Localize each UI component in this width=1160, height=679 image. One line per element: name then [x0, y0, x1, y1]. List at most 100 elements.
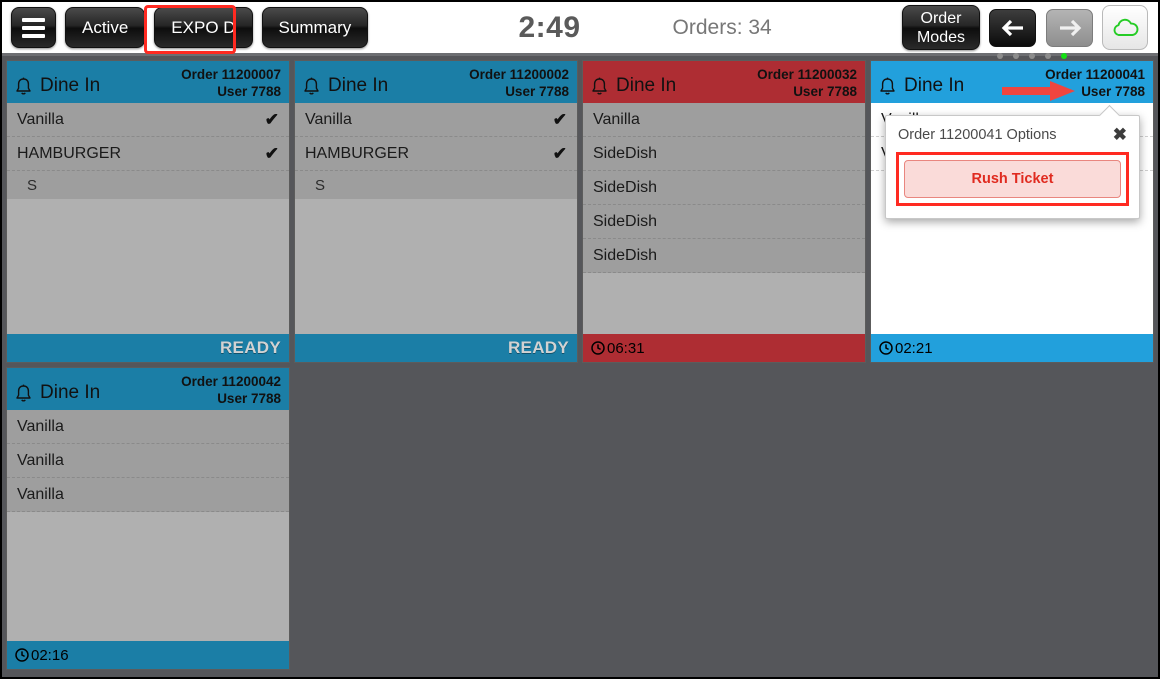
- order-type-label: Dine In: [328, 75, 389, 96]
- order-meta-group: Order 11200002 User 7788: [469, 66, 569, 103]
- popup-title: Order 11200041 Options: [898, 126, 1057, 143]
- order-item-row[interactable]: Vanilla ✔: [7, 103, 289, 137]
- order-type-label: Dine In: [616, 75, 677, 96]
- clock-icon: [591, 341, 605, 355]
- order-modes-button[interactable]: Order Modes: [901, 5, 980, 50]
- order-item-name: Vanilla: [17, 110, 64, 128]
- order-timer: 02:16: [15, 647, 69, 664]
- order-number-label: Order 11200007: [181, 67, 281, 82]
- order-card-header[interactable]: Dine In Order 11200007 User 7788: [7, 61, 289, 103]
- tab-expo-d[interactable]: EXPO D: [154, 7, 253, 48]
- order-card-footer[interactable]: READY: [295, 334, 577, 362]
- order-status-ready: READY: [507, 338, 569, 357]
- bell-icon: [592, 77, 607, 95]
- hamburger-menu-icon: [22, 17, 45, 22]
- order-card-footer[interactable]: READY: [7, 334, 289, 362]
- rush-ticket-button[interactable]: Rush Ticket: [904, 160, 1121, 198]
- order-type-group: Dine In: [303, 75, 388, 103]
- order-item-row[interactable]: Vanilla: [7, 478, 289, 512]
- order-user-label: User 7788: [217, 84, 281, 99]
- tab-active[interactable]: Active: [65, 7, 146, 48]
- order-card-filler: [7, 199, 289, 334]
- order-card-footer[interactable]: 02:21: [871, 334, 1153, 362]
- order-number-label: Order 11200002: [469, 67, 569, 82]
- close-icon[interactable]: ✖: [1113, 126, 1127, 143]
- order-item-row[interactable]: HAMBURGER ✔: [295, 137, 577, 171]
- app-header: Active EXPO D Summary 2:49 Orders: 34 Or…: [2, 2, 1158, 59]
- order-type-label: Dine In: [904, 75, 965, 96]
- order-item-row[interactable]: SideDish: [583, 239, 865, 273]
- order-meta-group: Order 11200032 User 7788: [757, 66, 857, 103]
- order-item-row[interactable]: Vanilla: [7, 410, 289, 444]
- order-user-label: User 7788: [793, 84, 857, 99]
- order-card[interactable]: Dine In Order 11200032 User 7788 Vanilla Sid…: [582, 60, 866, 363]
- pagination-group: [989, 8, 1093, 59]
- order-item-name: HAMBURGER: [305, 144, 410, 162]
- order-item-row[interactable]: SideDish: [583, 205, 865, 239]
- kds-app: Active EXPO D Summary 2:49 Orders: 34 Or…: [0, 0, 1160, 679]
- order-number-label: Order 11200042: [181, 374, 281, 389]
- order-item-name: Vanilla: [593, 110, 640, 128]
- order-item-row[interactable]: SideDish: [583, 137, 865, 171]
- header-left-group: Active EXPO D Summary: [2, 7, 369, 48]
- hamburger-menu-icon-bar3: [22, 33, 45, 38]
- arrow-right-icon: [1059, 19, 1081, 36]
- order-card-header[interactable]: Dine In Order 11200032 User 7788: [583, 61, 865, 103]
- order-type-group: Dine In: [879, 75, 964, 103]
- order-items-list: Vanilla ✔ HAMBURGER ✔ S: [295, 103, 577, 199]
- order-item-name: SideDish: [593, 246, 658, 264]
- bell-icon: [16, 77, 31, 95]
- order-card[interactable]: Dine In Order 11200042 User 7788 Vanilla Van…: [6, 367, 290, 670]
- hamburger-menu-button[interactable]: [11, 7, 56, 48]
- order-card-filler: [7, 512, 289, 641]
- order-card[interactable]: Dine In Order 11200002 User 7788 Vanilla ✔ HA…: [294, 60, 578, 363]
- order-type-group: Dine In: [591, 75, 676, 103]
- order-items-list: Vanilla ✔ HAMBURGER ✔ S: [7, 103, 289, 199]
- order-item-row[interactable]: Vanilla ✔: [295, 103, 577, 137]
- order-item-name: Vanilla: [305, 110, 352, 128]
- order-type-group: Dine In: [15, 75, 100, 103]
- order-item-modifier[interactable]: S: [295, 171, 577, 199]
- order-card-footer[interactable]: 02:16: [7, 641, 289, 669]
- order-user-label: User 7788: [217, 391, 281, 406]
- header-center-group: 2:49 Orders: 34: [368, 11, 902, 45]
- cloud-status-button[interactable]: [1102, 5, 1148, 50]
- previous-page-button[interactable]: [989, 8, 1036, 47]
- order-type-label: Dine In: [40, 75, 101, 96]
- order-item-name: HAMBURGER: [17, 144, 122, 162]
- clock-display: 2:49: [518, 10, 581, 44]
- item-done-check-icon: ✔: [264, 109, 279, 129]
- annotation-box-rush-ticket: Rush Ticket: [896, 152, 1129, 206]
- order-meta-group: Order 11200042 User 7788: [181, 373, 281, 410]
- order-item-row[interactable]: Vanilla: [583, 103, 865, 137]
- tab-summary[interactable]: Summary: [261, 7, 369, 48]
- order-item-name: S: [27, 176, 38, 194]
- item-done-check-icon: ✔: [552, 143, 567, 163]
- order-modes-label-line1: Order: [920, 9, 962, 27]
- order-type-group: Dine In: [15, 382, 100, 410]
- order-modes-label-line2: Modes: [916, 28, 965, 46]
- order-timer: 06:31: [591, 340, 645, 357]
- order-card[interactable]: Dine InOrder 11200041User 7788VanillaVan…: [870, 60, 1154, 363]
- order-status-ready: READY: [219, 338, 281, 357]
- orders-count-label: Orders: 34: [672, 15, 772, 39]
- order-item-modifier[interactable]: S: [7, 171, 289, 199]
- order-number-label: Order 11200032: [757, 67, 857, 82]
- order-item-row[interactable]: SideDish: [583, 171, 865, 205]
- order-item-name: S: [315, 176, 326, 194]
- next-page-button[interactable]: [1046, 8, 1093, 47]
- item-done-check-icon: ✔: [552, 109, 567, 129]
- order-timer: 02:21: [879, 340, 933, 357]
- order-item-row[interactable]: HAMBURGER ✔: [7, 137, 289, 171]
- order-card[interactable]: Dine In Order 11200007 User 7788 Vanilla ✔ HA…: [6, 60, 290, 363]
- order-item-name: SideDish: [593, 144, 658, 162]
- order-card-header[interactable]: Dine In Order 11200002 User 7788: [295, 61, 577, 103]
- order-user-label: User 7788: [1081, 84, 1145, 99]
- clock-icon: [15, 648, 29, 662]
- order-card-header[interactable]: Dine In Order 11200041 User 7788: [871, 61, 1153, 103]
- order-item-row[interactable]: Vanilla: [7, 444, 289, 478]
- order-card-header[interactable]: Dine In Order 11200042 User 7788: [7, 368, 289, 410]
- order-card-footer[interactable]: 06:31: [583, 334, 865, 362]
- order-card-filler: [583, 273, 865, 334]
- item-done-check-icon: ✔: [264, 143, 279, 163]
